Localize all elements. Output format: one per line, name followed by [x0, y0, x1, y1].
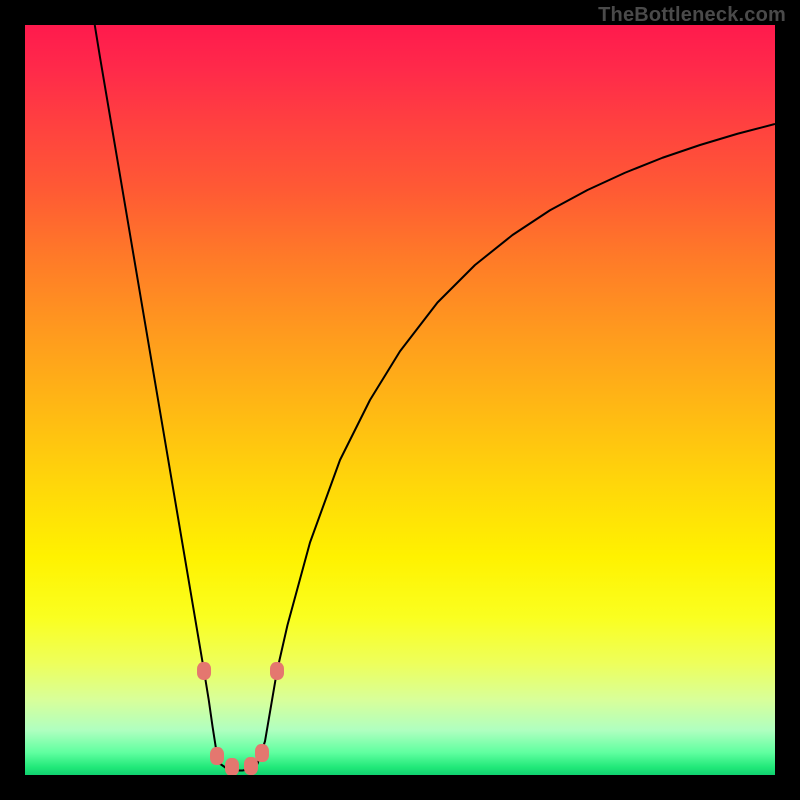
curve-marker — [244, 757, 258, 775]
chart-frame: TheBottleneck.com — [0, 0, 800, 800]
marker-group — [197, 662, 284, 775]
watermark-text: TheBottleneck.com — [598, 4, 786, 27]
curve-marker — [225, 758, 239, 775]
curve-path-group — [95, 25, 775, 771]
curve-marker — [197, 662, 211, 680]
bottleneck-curve — [95, 25, 775, 771]
curve-marker — [210, 747, 224, 765]
curve-marker — [255, 744, 269, 762]
bottleneck-curve-svg — [25, 25, 775, 775]
curve-marker — [270, 662, 284, 680]
plot-area — [25, 25, 775, 775]
